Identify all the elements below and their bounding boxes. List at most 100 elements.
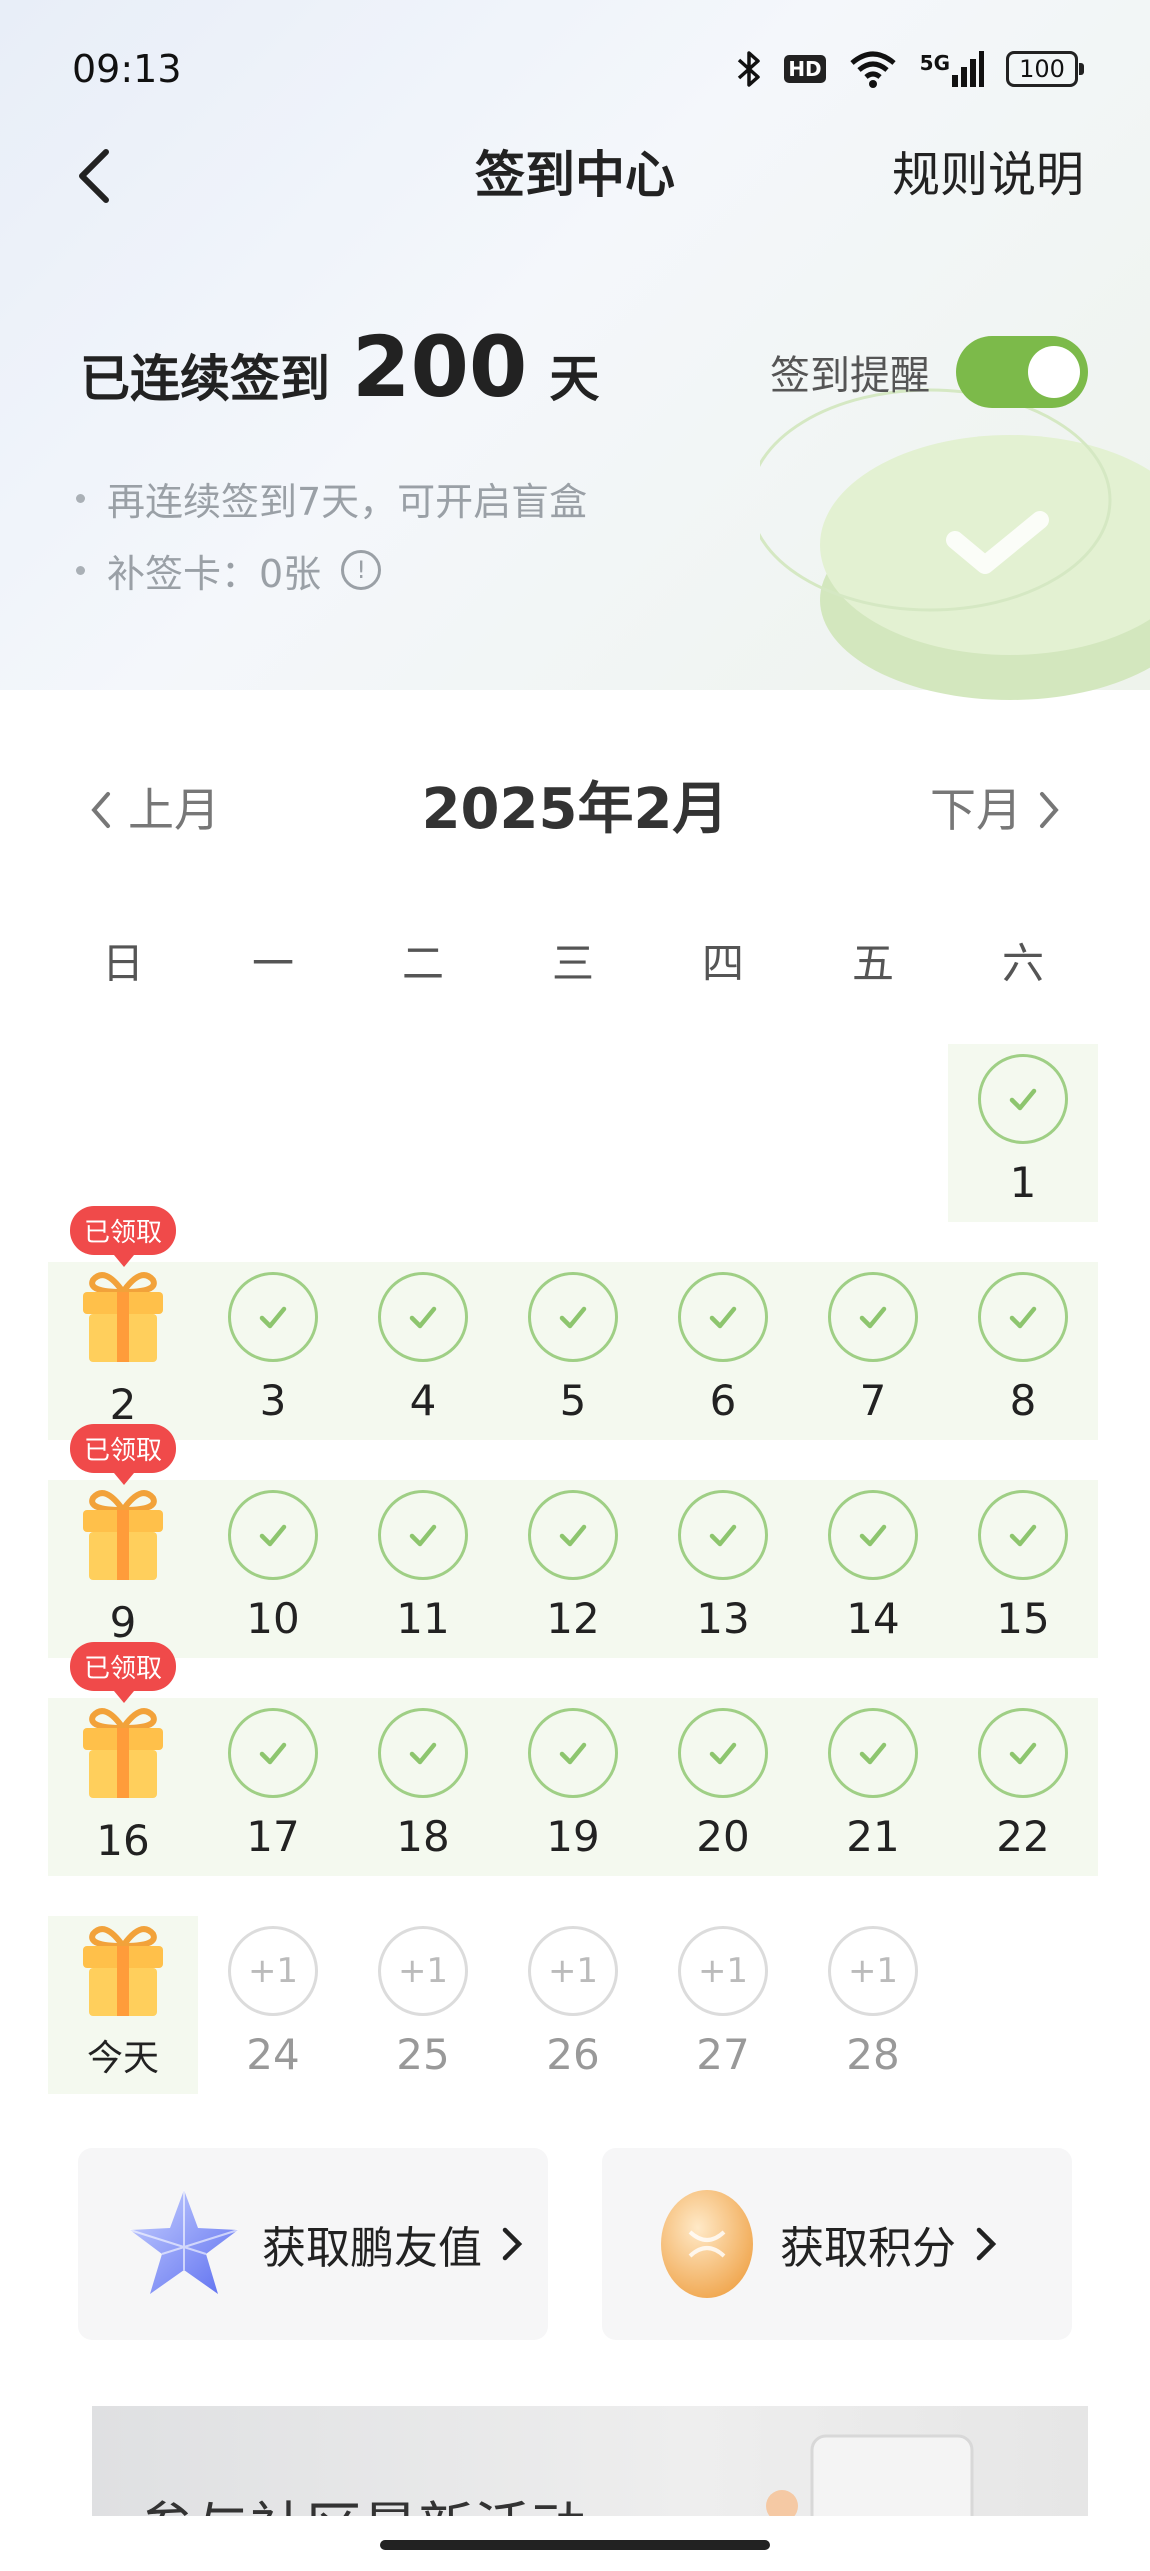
banner-title: 参与社区最新活动 — [138, 2484, 586, 2516]
gift-icon — [83, 1926, 163, 2016]
calendar-day[interactable]: 17 — [198, 1698, 348, 1876]
check-icon — [709, 1306, 737, 1329]
calendar-day[interactable]: +1 27 — [648, 1916, 798, 2094]
calendar-day[interactable]: 已领取 9 — [48, 1424, 198, 1658]
checked-in-circle — [378, 1490, 468, 1580]
home-indicator[interactable] — [380, 2540, 770, 2550]
calendar-day[interactable]: +1 24 — [198, 1916, 348, 2094]
calendar-day[interactable]: +1 25 — [348, 1916, 498, 2094]
bluetooth-icon — [736, 49, 762, 89]
toggle-knob — [1028, 346, 1080, 398]
tip-item: 再连续签到7天，可开启盲盒 — [76, 462, 587, 534]
rules-link[interactable]: 规则说明 — [892, 130, 1084, 220]
wifi-icon — [848, 49, 898, 89]
day-number: 26 — [546, 2030, 600, 2079]
calendar-day[interactable]: 15 — [948, 1480, 1098, 1658]
calendar-day[interactable]: 6 — [648, 1262, 798, 1440]
check-icon — [559, 1306, 587, 1329]
calendar-day[interactable]: 8 — [948, 1262, 1098, 1440]
prev-month-button[interactable]: 上月 — [88, 760, 220, 860]
banner-illustration — [766, 2434, 974, 2516]
checked-in-circle — [528, 1490, 618, 1580]
bullet — [76, 565, 85, 575]
tip-item: 补签卡：0张! — [76, 534, 587, 606]
calendar-day[interactable]: 14 — [798, 1480, 948, 1658]
community-activity-banner[interactable]: 参与社区最新活动 — [92, 2406, 1088, 2516]
day-number: 17 — [246, 1812, 300, 1861]
check-icon — [859, 1306, 887, 1329]
calendar-day[interactable]: 18 — [348, 1698, 498, 1876]
calendar-day[interactable]: 4 — [348, 1262, 498, 1440]
calendar-day[interactable]: 10 — [198, 1480, 348, 1658]
chevron-right-icon — [502, 2227, 523, 2261]
claimed-badge: 已领取 — [70, 1206, 177, 1267]
check-icon — [1009, 1742, 1037, 1765]
next-month-button[interactable]: 下月 — [930, 760, 1062, 860]
checked-in-circle — [228, 1272, 318, 1362]
calendar-day[interactable]: 21 — [798, 1698, 948, 1876]
checked-in-circle — [228, 1490, 318, 1580]
calendar-day[interactable]: +1 28 — [798, 1916, 948, 2094]
calendar-day[interactable]: 已领取 16 — [48, 1642, 198, 1876]
weekday-label: 五 — [851, 939, 894, 988]
back-button[interactable] — [70, 146, 120, 206]
bonus-circle: +1 — [378, 1926, 468, 2016]
calendar-day[interactable]: 11 — [348, 1480, 498, 1658]
checkin-disc-illustration — [760, 388, 1150, 700]
calendar-day[interactable]: 5 — [498, 1262, 648, 1440]
day-number: 10 — [246, 1594, 300, 1643]
calendar-day[interactable]: +1 26 — [498, 1916, 648, 2094]
reminder-label: 签到提醒 — [770, 353, 930, 399]
weekday-header: 日 一 二 三 四 五 六 — [48, 930, 1098, 991]
calendar-day[interactable]: 7 — [798, 1262, 948, 1440]
check-icon — [259, 1742, 287, 1765]
checked-in-circle — [378, 1272, 468, 1362]
get-points-friend-card[interactable]: 获取鹏友值 — [78, 2148, 548, 2340]
check-icon — [259, 1306, 287, 1329]
reminder-row: 签到提醒 — [770, 336, 1088, 408]
check-icon — [709, 1742, 737, 1765]
checked-in-circle — [978, 1708, 1068, 1798]
day-number: 19 — [546, 1812, 600, 1861]
day-number: 2 — [109, 1380, 137, 1429]
calendar-day[interactable]: 12 — [498, 1480, 648, 1658]
info-icon[interactable]: ! — [341, 550, 382, 590]
gift-icon — [83, 1272, 163, 1362]
check-icon — [1009, 1524, 1037, 1547]
checked-in-circle — [828, 1708, 918, 1798]
checked-in-circle — [828, 1490, 918, 1580]
calendar-day[interactable]: 22 — [948, 1698, 1098, 1876]
status-bar: 09:13 HD 5G 100 — [72, 44, 1084, 94]
day-number: 4 — [409, 1376, 437, 1425]
star-crystal-icon — [129, 2190, 239, 2294]
calendar-day[interactable]: 已领取 2 — [48, 1206, 198, 1440]
day-number: 21 — [846, 1812, 900, 1861]
calendar-day[interactable]: 今天 — [48, 1916, 198, 2094]
weekday-label: 六 — [1001, 939, 1044, 988]
day-number: 14 — [846, 1594, 900, 1643]
calendar-day[interactable]: 1 — [948, 1044, 1098, 1222]
calendar-day[interactable]: 19 — [498, 1698, 648, 1876]
check-icon — [1009, 1306, 1037, 1329]
check-icon — [709, 1524, 737, 1547]
battery-icon: 100 — [1006, 51, 1084, 87]
tip-text: 补签卡：0张 — [107, 551, 322, 596]
get-points-card[interactable]: 获取积分 — [602, 2148, 1072, 2340]
reminder-toggle[interactable] — [956, 336, 1088, 408]
check-icon — [409, 1524, 437, 1547]
checked-in-circle — [978, 1272, 1068, 1362]
day-number: 今天 — [86, 2038, 159, 2079]
gift-icon — [83, 1708, 163, 1798]
calendar-day[interactable]: 20 — [648, 1698, 798, 1876]
streak-days: 200 — [352, 318, 528, 416]
bonus-circle: +1 — [528, 1926, 618, 2016]
calendar-day[interactable]: 3 — [198, 1262, 348, 1440]
day-number: 1 — [1009, 1158, 1037, 1207]
checked-in-circle — [978, 1054, 1068, 1144]
check-icon — [259, 1524, 287, 1547]
calendar-day[interactable]: 13 — [648, 1480, 798, 1658]
card-label: 获取鹏友值 — [262, 2223, 482, 2274]
weekday-label: 日 — [101, 939, 144, 988]
hd-icon: HD — [784, 55, 826, 83]
next-month-label: 下月 — [930, 783, 1022, 837]
